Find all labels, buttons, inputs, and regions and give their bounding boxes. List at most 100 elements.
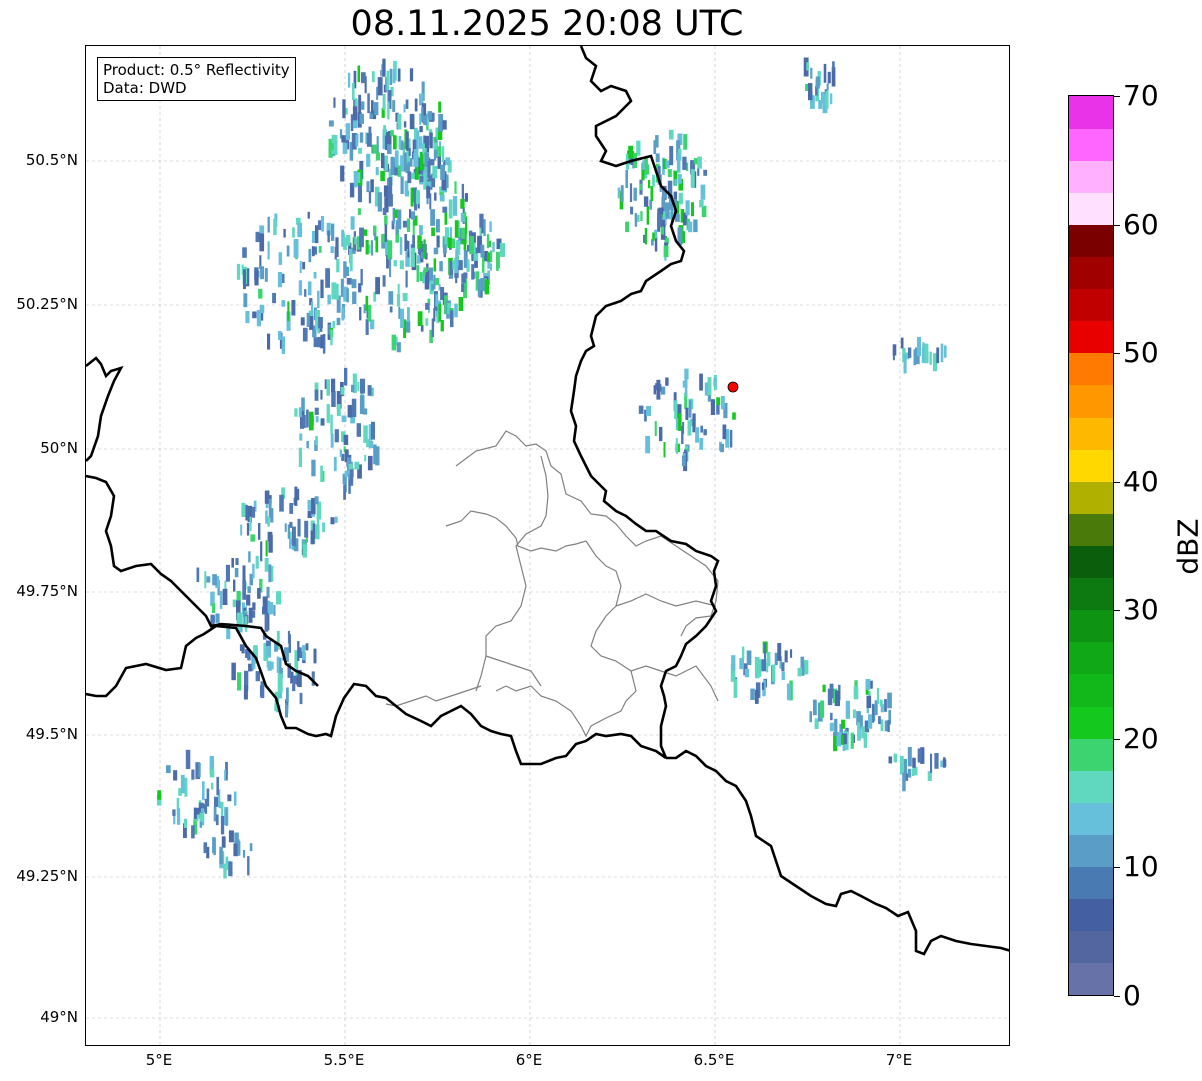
colorbar-segment bbox=[1069, 834, 1113, 868]
radar-echo-cell bbox=[364, 454, 367, 462]
colorbar bbox=[1068, 95, 1114, 996]
radar-echo-cell bbox=[827, 71, 831, 84]
radar-echo-cell bbox=[646, 406, 651, 416]
radar-echo-cell bbox=[209, 769, 215, 778]
radar-echo-cell bbox=[387, 101, 390, 120]
radar-echo-cell bbox=[384, 224, 388, 242]
radar-echo-cell bbox=[352, 106, 358, 121]
radar-echoes bbox=[156, 57, 947, 879]
radar-echo-cell bbox=[403, 104, 406, 113]
radar-echo-cell bbox=[317, 290, 320, 309]
radar-echo-cell bbox=[815, 76, 820, 89]
radar-echo-cell bbox=[841, 719, 846, 729]
radar-echo-cell bbox=[685, 407, 689, 420]
radar-echo-cell bbox=[330, 433, 334, 448]
radar-echo-cell bbox=[700, 425, 703, 433]
radar-echo-cell bbox=[448, 199, 453, 219]
radar-echo-cell bbox=[834, 718, 838, 736]
radar-echo-cell bbox=[640, 211, 643, 221]
radar-echo-cell bbox=[264, 614, 269, 632]
radar-echo-cell bbox=[892, 344, 897, 356]
radar-echo-cell bbox=[665, 377, 669, 386]
radar-echo-cell bbox=[363, 425, 368, 443]
radar-echo-cell bbox=[871, 703, 875, 723]
radar-echo-cell bbox=[267, 662, 272, 671]
radar-echo-cell bbox=[349, 182, 355, 198]
radar-echo-cell bbox=[314, 407, 319, 415]
radar-echo-cell bbox=[408, 148, 411, 157]
radar-echo-cell bbox=[396, 342, 401, 353]
colorbar-segment bbox=[1069, 513, 1113, 546]
radar-echo-cell bbox=[438, 114, 444, 132]
radar-echo-cell bbox=[629, 183, 633, 202]
radar-echo-cell bbox=[483, 219, 486, 237]
radar-echo-cell bbox=[461, 273, 466, 283]
radar-echo-cell bbox=[440, 164, 445, 180]
radar-echo-cell bbox=[297, 518, 301, 537]
radar-echo-cell bbox=[421, 106, 424, 122]
colorbar-segment bbox=[1069, 417, 1113, 450]
radar-echo-cell bbox=[243, 685, 248, 700]
radar-echo-cell bbox=[247, 856, 250, 876]
radar-echo-cell bbox=[880, 719, 884, 732]
radar-echo-cell bbox=[294, 486, 298, 506]
radar-echo-cell bbox=[741, 646, 745, 659]
radar-echo-cell bbox=[678, 413, 682, 431]
radar-echo-cell bbox=[644, 164, 650, 175]
radar-echo-cell bbox=[868, 714, 873, 729]
radar-echo-cell bbox=[399, 237, 403, 255]
radar-echo-cell bbox=[316, 517, 320, 528]
colorbar-segment bbox=[1069, 192, 1113, 225]
radar-echo-cell bbox=[375, 167, 379, 176]
radar-echo-cell bbox=[334, 516, 338, 523]
colorbar-tick-label: 0 bbox=[1123, 979, 1141, 1012]
radar-echo-cell bbox=[835, 690, 840, 707]
radar-echo-cell bbox=[357, 382, 360, 391]
radar-echo-cell bbox=[294, 408, 298, 417]
radar-echo-cell bbox=[327, 294, 331, 305]
radar-echo-cell bbox=[291, 300, 296, 316]
radar-echo-cell bbox=[343, 434, 349, 445]
radar-echo-cell bbox=[813, 699, 817, 716]
radar-echo-cell bbox=[245, 504, 248, 521]
radar-echo-cell bbox=[332, 320, 335, 328]
colorbar-segment bbox=[1069, 866, 1113, 900]
radar-echo-cell bbox=[283, 228, 286, 238]
colorbar-tick-label: 10 bbox=[1123, 850, 1159, 884]
radar-site-marker bbox=[727, 381, 739, 393]
radar-echo-cell bbox=[866, 695, 872, 708]
radar-echo-cell bbox=[344, 470, 349, 477]
radar-echo-cell bbox=[311, 301, 314, 316]
radar-echo-cell bbox=[330, 414, 333, 435]
radar-echo-cell bbox=[326, 379, 330, 396]
radar-echo-cell bbox=[347, 72, 351, 88]
radar-echo-cell bbox=[248, 607, 253, 623]
radar-echo-cell bbox=[330, 517, 335, 525]
radar-echo-cell bbox=[259, 225, 265, 234]
radar-echo-cell bbox=[243, 293, 248, 308]
radar-echo-cell bbox=[302, 645, 306, 661]
radar-echo-cell bbox=[252, 602, 256, 610]
radar-echo-cell bbox=[315, 436, 318, 446]
radar-echo-cell bbox=[433, 247, 439, 255]
radar-echo-cell bbox=[628, 145, 634, 159]
radar-echo-cell bbox=[264, 490, 270, 504]
radar-echo-cell bbox=[351, 384, 355, 393]
radar-echo-cell bbox=[884, 699, 887, 712]
radar-echo-cell bbox=[302, 327, 308, 342]
radar-echo-cell bbox=[286, 687, 289, 703]
radar-echo-cell bbox=[359, 132, 364, 143]
colorbar-tick-mark bbox=[1114, 996, 1120, 997]
radar-map[interactable] bbox=[85, 45, 1010, 1046]
radar-echo-cell bbox=[336, 317, 341, 326]
lat-tick-label: 49.25°N bbox=[16, 867, 78, 885]
radar-echo-cell bbox=[917, 748, 922, 762]
radar-echo-cell bbox=[260, 541, 263, 562]
radar-echo-cell bbox=[410, 247, 415, 267]
colorbar-segment bbox=[1069, 352, 1113, 386]
radar-echo-cell bbox=[682, 231, 685, 243]
radar-echo-cell bbox=[318, 220, 322, 230]
radar-echo-cell bbox=[825, 90, 829, 109]
radar-echo-cell bbox=[248, 551, 251, 563]
radar-echo-cell bbox=[474, 253, 479, 261]
